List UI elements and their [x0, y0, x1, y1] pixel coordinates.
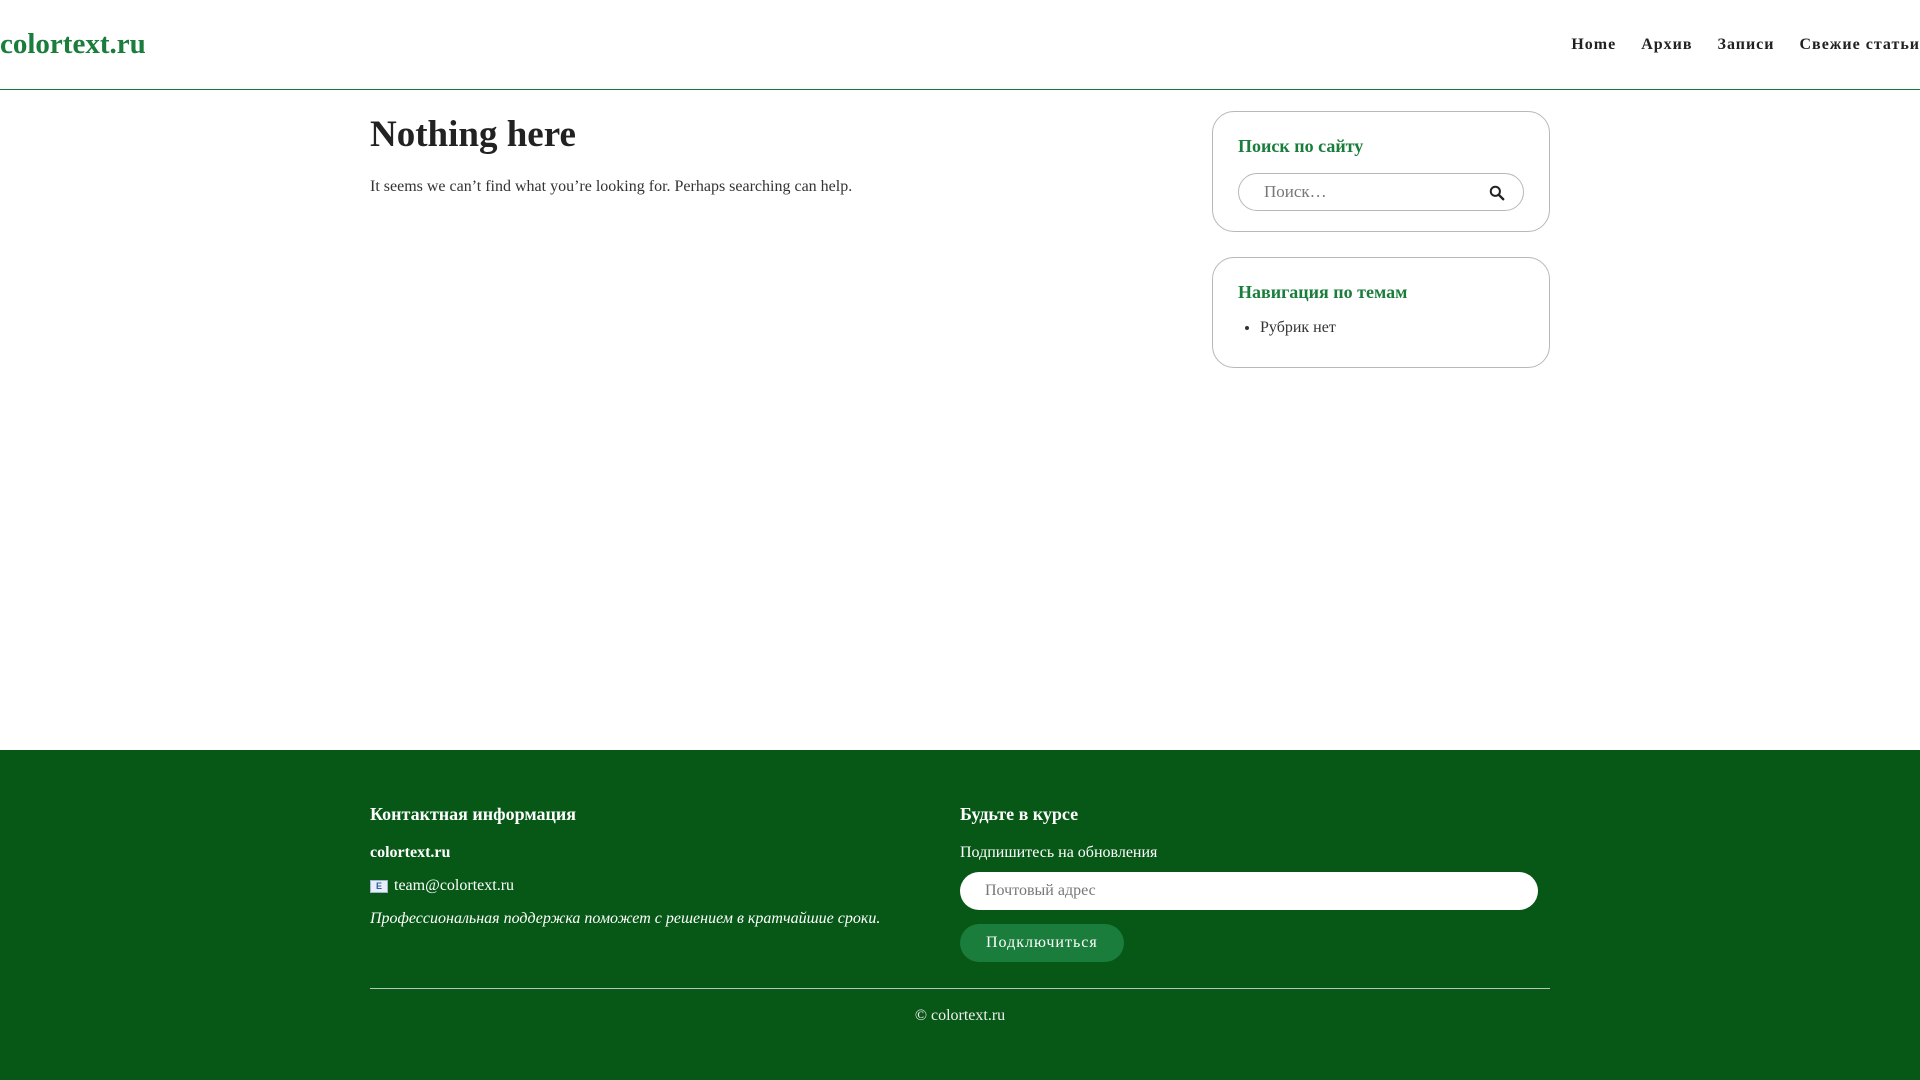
search-widget: Поиск по сайту — [1212, 111, 1550, 232]
search-widget-title: Поиск по сайту — [1238, 136, 1364, 156]
main-wrap: Nothing here It seems we can’t find what… — [370, 90, 1550, 750]
subscribe-subtitle: Подпишитесь на обновления — [960, 844, 1158, 861]
nav-archive[interactable]: Архив — [1641, 36, 1692, 54]
subscribe-button[interactable]: Подключиться — [960, 924, 1124, 962]
topics-list: Рубрик нет — [1238, 319, 1524, 337]
contact-brand: colortext.ru — [370, 844, 451, 861]
sidebar: Поиск по сайту Навигация по темам Рубрик… — [1212, 111, 1550, 750]
main-content: Nothing here It seems we can’t find what… — [370, 111, 1170, 750]
list-item: Рубрик нет — [1260, 319, 1524, 337]
main-nav: Home Архив Записи Свежие статьи — [1571, 36, 1920, 54]
email-field[interactable] — [960, 872, 1538, 910]
site-header: colortext.ru Home Архив Записи Свежие ст… — [0, 0, 1920, 90]
email-icon: E — [370, 879, 388, 893]
footer-subscribe: Будьте в курсе Подпишитесь на обновления… — [960, 804, 1550, 962]
copyright: © colortext.ru — [914, 1007, 1006, 1024]
topics-widget: Навигация по темам Рубрик нет — [1212, 257, 1550, 368]
contact-email[interactable]: team@colortext.ru — [394, 877, 514, 895]
search-box — [1238, 173, 1524, 211]
nav-recent-articles[interactable]: Свежие статьи — [1800, 36, 1920, 54]
site-footer: Контактная информация colortext.ru E tea… — [0, 750, 1920, 1080]
contact-title: Контактная информация — [370, 804, 576, 824]
subscribe-title: Будьте в курсе — [960, 804, 1079, 824]
site-logo[interactable]: colortext.ru — [0, 28, 146, 61]
page-title: Nothing here — [370, 114, 576, 155]
not-found-message: It seems we can’t find what you’re looki… — [370, 178, 853, 195]
contact-email-row: E team@colortext.ru — [370, 877, 960, 895]
footer-contact: Контактная информация colortext.ru E tea… — [370, 804, 960, 962]
nav-home[interactable]: Home — [1571, 36, 1616, 54]
nav-posts[interactable]: Записи — [1718, 36, 1775, 54]
topics-widget-title: Навигация по темам — [1238, 282, 1408, 302]
search-input[interactable] — [1239, 182, 1479, 202]
search-icon[interactable] — [1487, 183, 1507, 203]
contact-note: Профессиональная поддержка поможет с реш… — [370, 910, 881, 927]
